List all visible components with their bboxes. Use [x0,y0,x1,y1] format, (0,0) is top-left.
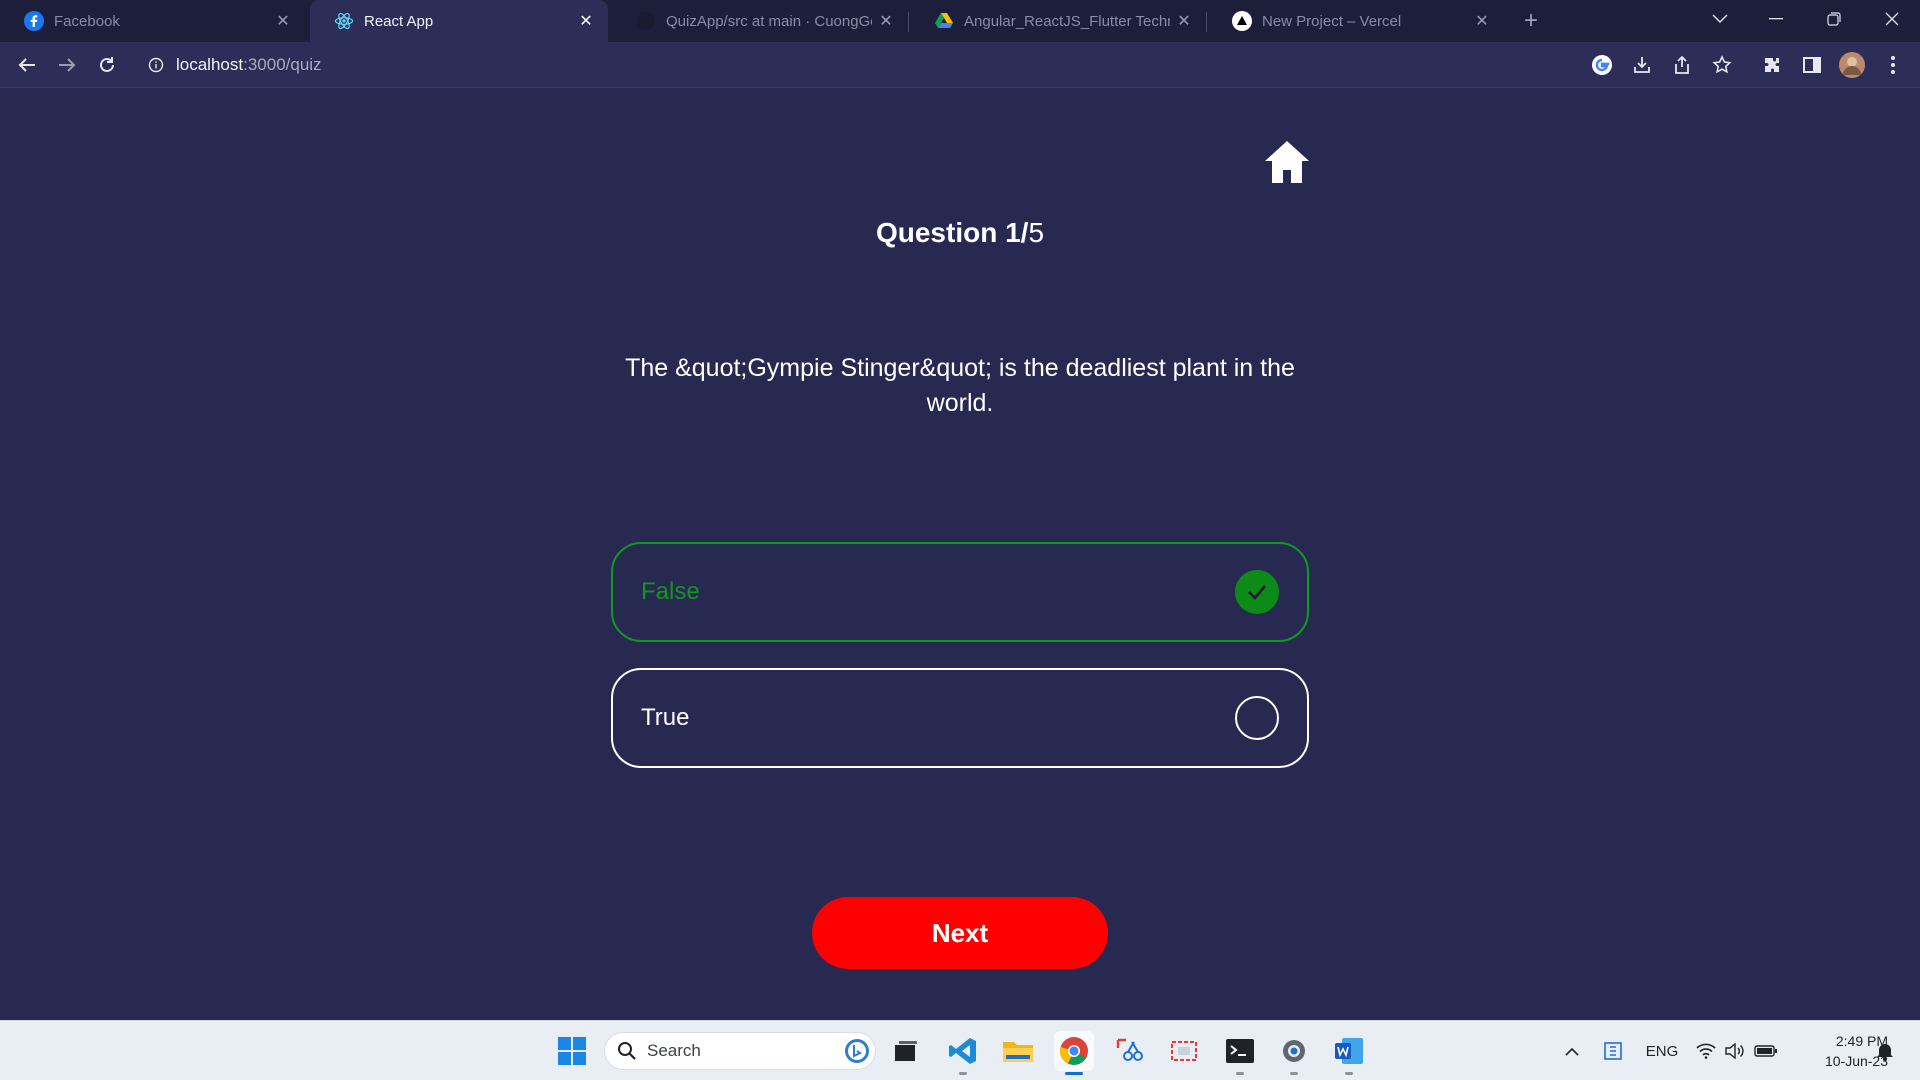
question-total: 5 [1028,217,1045,248]
reload-button[interactable] [92,50,122,80]
restore-icon [1827,12,1841,26]
answer-label: False [641,578,700,605]
tray-app-icon[interactable] [1600,1021,1626,1080]
tab-title: New Project – Vercel [1262,12,1402,30]
minimize-icon [1769,18,1783,20]
word-icon [1335,1038,1363,1064]
taskbar-app-chrome[interactable] [1054,1031,1094,1075]
react-icon [334,11,354,31]
gear-icon [1283,1040,1305,1062]
close-tab-icon[interactable]: ✕ [1468,7,1496,35]
volume-icon[interactable] [1722,1021,1746,1080]
url-path: :3000/quiz [243,55,322,74]
profile-avatar-icon[interactable] [1839,52,1865,78]
reload-icon [100,57,114,72]
forward-button[interactable] [52,50,82,80]
chrome-icon [1059,1037,1088,1065]
checkmark-icon [1235,570,1279,614]
taskbar-app-terminal[interactable] [1220,1031,1260,1075]
terminal-icon [1226,1039,1254,1063]
taskbar-search-box[interactable]: Search [604,1032,876,1070]
close-icon [1885,12,1899,26]
taskbar-app-word[interactable] [1329,1031,1369,1075]
vscode-icon [949,1038,976,1064]
answer-label: True [641,704,690,731]
question-counter: Question 1/5 [0,217,1920,249]
sketch-icon [1171,1041,1197,1061]
language-indicator[interactable]: ENG [1640,1021,1684,1080]
search-label: Search [647,1041,701,1060]
bing-icon [845,1039,869,1063]
minimize-button[interactable] [1748,0,1804,38]
answer-option-true[interactable]: True [611,668,1309,768]
show-hidden-icons-button[interactable] [1560,1021,1584,1080]
taskbar-app-screen-sketch[interactable] [1164,1031,1204,1071]
tab-title: Angular_ReactJS_Flutter Technica [964,12,1170,30]
facebook-icon [24,11,44,31]
tab-title: React App [364,12,434,30]
tab-facebook[interactable]: Facebook ✕ [0,0,305,42]
taskbar-app-task-view[interactable] [886,1031,926,1071]
taskbar-app-file-explorer[interactable] [998,1031,1038,1071]
restore-button[interactable] [1806,0,1862,38]
tab-search-button[interactable] [1692,0,1748,38]
close-tab-icon[interactable]: ✕ [572,7,600,35]
google-lens-icon[interactable] [1589,52,1615,78]
quiz-page: Question 1/5 The &quot;Gympie Stinger&qu… [0,89,1920,1020]
windows-logo-icon [558,1037,586,1065]
share-icon[interactable] [1669,52,1695,78]
vercel-icon [1232,11,1252,31]
windows-taskbar: Search ENG 2:49 PM 10-Jun-23 [0,1020,1920,1080]
wifi-icon[interactable] [1694,1021,1718,1080]
tab-vercel[interactable]: New Project – Vercel ✕ [1208,0,1504,42]
address-bar[interactable]: localhost:3000/quiz [138,47,1568,83]
tab-react-app[interactable]: React App ✕ [310,0,608,42]
folder-icon [1003,1042,1033,1062]
github-icon [636,11,656,31]
home-button[interactable] [1263,139,1311,185]
browser-menu-icon[interactable] [1880,52,1906,78]
input-indicator-icon [1604,1042,1622,1060]
notification-bell-icon[interactable] [1872,1021,1898,1080]
taskbar-app-settings[interactable] [1274,1031,1314,1075]
arrow-right-icon [59,58,76,72]
tab-separator [1206,12,1207,32]
tab-strip: Facebook ✕ React App ✕ QuizApp/src at ma… [0,0,1920,42]
tab-title: Facebook [54,12,120,30]
task-view-icon [895,1041,917,1061]
back-button[interactable] [12,50,42,80]
chevron-down-icon [1712,14,1728,24]
tab-separator [908,12,909,32]
install-app-icon[interactable] [1629,52,1655,78]
close-tab-icon[interactable]: ✕ [269,7,297,35]
close-window-button[interactable] [1864,0,1920,38]
taskbar-app-vscode[interactable] [943,1031,983,1075]
tab-google-drive[interactable]: Angular_ReactJS_Flutter Technica ✕ [910,0,1206,42]
chevron-up-icon [1565,1047,1579,1056]
info-icon[interactable] [148,57,164,73]
extensions-icon[interactable] [1759,52,1785,78]
google-drive-icon [934,11,954,31]
question-current: Question 1/ [875,217,1029,248]
arrow-left-icon [18,58,35,72]
side-panel-icon[interactable] [1799,52,1825,78]
close-tab-icon[interactable]: ✕ [872,7,900,35]
search-icon [618,1042,636,1060]
bookmark-star-icon[interactable] [1709,52,1735,78]
next-button[interactable]: Next [812,897,1108,969]
taskbar-app-snipping-tool[interactable] [1109,1031,1149,1071]
start-button[interactable] [552,1031,592,1071]
radio-circle-icon [1235,696,1279,740]
url-host: localhost [176,55,244,74]
home-icon [1265,141,1309,183]
tab-github[interactable]: QuizApp/src at main · CuongGos ✕ [612,0,908,42]
snipping-tool-icon [1116,1038,1143,1061]
tab-title: QuizApp/src at main · CuongGos [666,12,872,30]
close-tab-icon[interactable]: ✕ [1170,7,1198,35]
battery-icon[interactable] [1752,1021,1780,1080]
browser-toolbar: localhost:3000/quiz [0,42,1920,88]
question-text: The &quot;Gympie Stinger&quot; is the de… [625,354,1295,417]
answer-option-false[interactable]: False [611,542,1309,642]
new-tab-button[interactable]: + [1516,6,1546,36]
